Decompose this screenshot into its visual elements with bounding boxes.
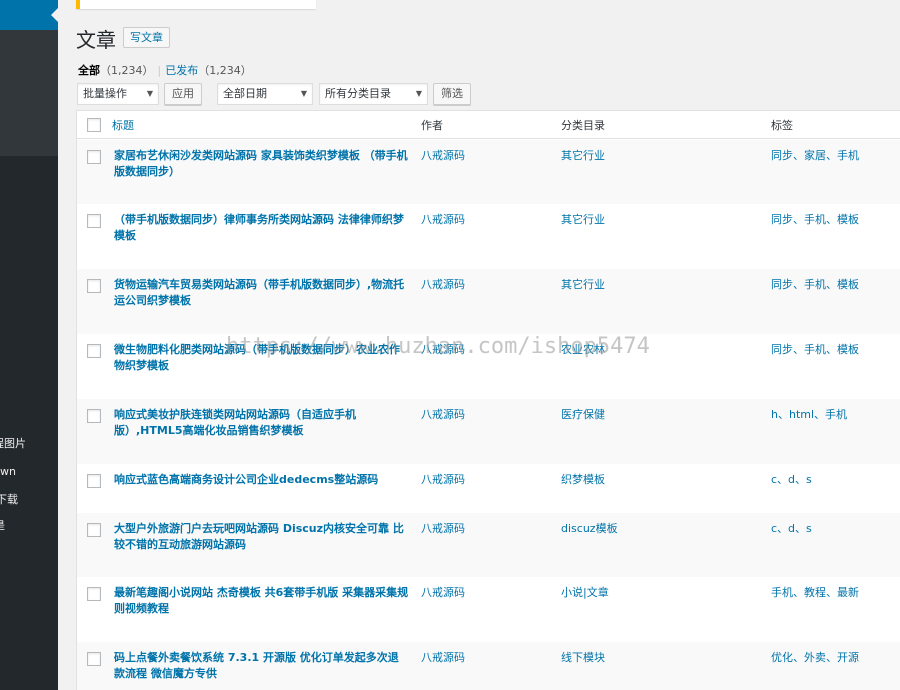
- post-category-link[interactable]: 线下模块: [561, 650, 605, 666]
- admin-notice: [76, 0, 316, 9]
- post-tags[interactable]: 同步、手机、模板: [771, 342, 859, 358]
- table-row: 码上点餐外卖餐饮系统 7.3.1 开源版 优化订单发起多次退款流程 微信魔方专供…: [77, 642, 900, 690]
- post-title-link[interactable]: 货物运输汽车贸易类网站源码（带手机版数据同步）,物流托运公司织梦模板: [114, 277, 409, 309]
- post-author-link[interactable]: 八戒源码: [421, 650, 465, 666]
- chevron-down-icon: ▼: [300, 89, 307, 98]
- post-author-link[interactable]: 八戒源码: [421, 407, 465, 423]
- sidebar-item-label: 远程图片: [0, 437, 26, 450]
- posts-table: 标题 作者 分类目录 标签 家居布艺休闲沙发类网站源码 家具装饰类织梦模板 （带…: [76, 110, 900, 690]
- column-category: 分类目录: [561, 119, 605, 132]
- category-filter-select[interactable]: 所有分类目录 ▼: [319, 83, 428, 105]
- bulk-action-value: 批量操作: [83, 87, 127, 100]
- bulk-action-select[interactable]: 批量操作 ▼: [77, 83, 159, 105]
- sidebar-item-misc[interactable]: 是: [0, 516, 58, 536]
- post-author-link[interactable]: 八戒源码: [421, 212, 465, 228]
- chevron-down-icon: ▼: [415, 89, 422, 98]
- post-title-link[interactable]: 响应式美妆护肤连锁类网站网站源码（自适应手机版）,HTML5高端化妆品销售织梦模…: [114, 407, 409, 439]
- post-author-link[interactable]: 八戒源码: [421, 148, 465, 164]
- sidebar-active-item[interactable]: [0, 0, 58, 30]
- post-category-link[interactable]: 其它行业: [561, 148, 605, 164]
- post-category-link[interactable]: 小说|文章: [561, 585, 609, 601]
- row-checkbox[interactable]: [87, 409, 101, 423]
- post-tags[interactable]: c、d、s: [771, 521, 812, 537]
- post-tags[interactable]: 同步、手机、模板: [771, 277, 859, 293]
- post-tags[interactable]: h、html、手机: [771, 407, 847, 423]
- post-category-link[interactable]: 其它行业: [561, 277, 605, 293]
- row-checkbox[interactable]: [87, 474, 101, 488]
- status-filters: 全部（1,234） | 已发布（1,234）: [78, 62, 252, 78]
- post-title-link[interactable]: 微生物肥料化肥类网站源码（带手机版数据同步）农业农作物织梦模板: [114, 342, 409, 374]
- page-title: 文章: [76, 28, 116, 52]
- table-row: 响应式美妆护肤连锁类网站网站源码（自适应手机版）,HTML5高端化妆品销售织梦模…: [77, 399, 900, 464]
- table-row: 货物运输汽车贸易类网站源码（带手机版数据同步）,物流托运公司织梦模板 八戒源码 …: [77, 269, 900, 334]
- table-row: 家居布艺休闲沙发类网站源码 家具装饰类织梦模板 （带手机版数据同步） 八戒源码 …: [77, 140, 900, 204]
- row-checkbox[interactable]: [87, 587, 101, 601]
- table-row: 最新笔趣阁小说网站 杰奇模板 共6套带手机版 采集器采集规则视频教程 八戒源码 …: [77, 577, 900, 642]
- post-category-link[interactable]: 其它行业: [561, 212, 605, 228]
- post-tags[interactable]: 手机、教程、最新: [771, 585, 859, 601]
- column-author: 作者: [421, 119, 443, 132]
- chevron-down-icon: ▼: [146, 89, 153, 98]
- post-tags[interactable]: 同步、家居、手机: [771, 148, 859, 164]
- filter-button[interactable]: 筛选: [433, 83, 471, 105]
- date-filter-select[interactable]: 全部日期 ▼: [217, 83, 313, 105]
- post-tags[interactable]: 优化、外卖、开源: [771, 650, 859, 666]
- post-title-link[interactable]: （带手机版数据同步）律师事务所类网站源码 法律律师织梦模板: [114, 212, 409, 244]
- category-filter-value: 所有分类目录: [325, 87, 391, 100]
- sidebar-item-label: 下载: [0, 493, 18, 506]
- filter-all-count: （1,234）: [100, 64, 154, 77]
- table-row: （带手机版数据同步）律师事务所类网站源码 法律律师织梦模板 八戒源码 其它行业 …: [77, 204, 900, 269]
- post-title-link[interactable]: 最新笔趣阁小说网站 杰奇模板 共6套带手机版 采集器采集规则视频教程: [114, 585, 409, 617]
- post-title-link[interactable]: 家居布艺休闲沙发类网站源码 家具装饰类织梦模板 （带手机版数据同步）: [114, 148, 409, 180]
- table-row: 大型户外旅游门户去玩吧网站源码 Discuz内核安全可靠 比较不错的互动旅游网站…: [77, 513, 900, 577]
- row-checkbox[interactable]: [87, 344, 101, 358]
- post-category-link[interactable]: 医疗保健: [561, 407, 605, 423]
- post-category-link[interactable]: discuz模板: [561, 521, 618, 537]
- column-tags: 标签: [771, 119, 793, 132]
- row-checkbox[interactable]: [87, 523, 101, 537]
- post-tags[interactable]: 同步、手机、模板: [771, 212, 859, 228]
- post-tags[interactable]: c、d、s: [771, 472, 812, 488]
- filter-published[interactable]: 已发布: [165, 64, 198, 77]
- row-checkbox[interactable]: [87, 652, 101, 666]
- post-title-link[interactable]: 码上点餐外卖餐饮系统 7.3.1 开源版 优化订单发起多次退款流程 微信魔方专供: [114, 650, 409, 682]
- active-menu-pointer: [51, 8, 58, 22]
- post-title-link[interactable]: 大型户外旅游门户去玩吧网站源码 Discuz内核安全可靠 比较不错的互动旅游网站…: [114, 521, 409, 553]
- sidebar-item-download[interactable]: 下载: [0, 490, 58, 510]
- date-filter-value: 全部日期: [223, 87, 267, 100]
- post-author-link[interactable]: 八戒源码: [421, 521, 465, 537]
- select-all-checkbox[interactable]: [87, 118, 101, 132]
- post-author-link[interactable]: 八戒源码: [421, 585, 465, 601]
- post-author-link[interactable]: 八戒源码: [421, 277, 465, 293]
- post-title-link[interactable]: 响应式蓝色高端商务设计公司企业dedecms整站源码: [114, 472, 409, 488]
- table-header: 标题 作者 分类目录 标签: [77, 111, 900, 139]
- sidebar-item-label: 是: [0, 519, 5, 532]
- row-checkbox[interactable]: [87, 150, 101, 164]
- row-checkbox[interactable]: [87, 279, 101, 293]
- add-new-post-button[interactable]: 写文章: [123, 27, 170, 48]
- row-checkbox[interactable]: [87, 214, 101, 228]
- apply-button[interactable]: 应用: [164, 83, 202, 105]
- sidebar-submenu: [0, 30, 58, 156]
- sidebar-item-remote-images[interactable]: 远程图片: [0, 434, 58, 454]
- post-author-link[interactable]: 八戒源码: [421, 472, 465, 488]
- filter-all[interactable]: 全部: [78, 64, 100, 77]
- filter-published-count: （1,234）: [198, 64, 252, 77]
- sidebar-item-wn[interactable]: wn: [0, 462, 58, 482]
- filter-separator: |: [157, 64, 162, 77]
- table-row: 微生物肥料化肥类网站源码（带手机版数据同步）农业农作物织梦模板 八戒源码 农业农…: [77, 334, 900, 399]
- post-category-link[interactable]: 农业农林: [561, 342, 605, 358]
- column-title[interactable]: 标题: [112, 117, 134, 133]
- post-category-link[interactable]: 织梦模板: [561, 472, 605, 488]
- admin-sidebar: 远程图片 wn 下载 是: [0, 0, 58, 690]
- table-row: 响应式蓝色高端商务设计公司企业dedecms整站源码 八戒源码 织梦模板 c、d…: [77, 464, 900, 513]
- post-author-link[interactable]: 八戒源码: [421, 342, 465, 358]
- sidebar-item-label: wn: [0, 465, 16, 478]
